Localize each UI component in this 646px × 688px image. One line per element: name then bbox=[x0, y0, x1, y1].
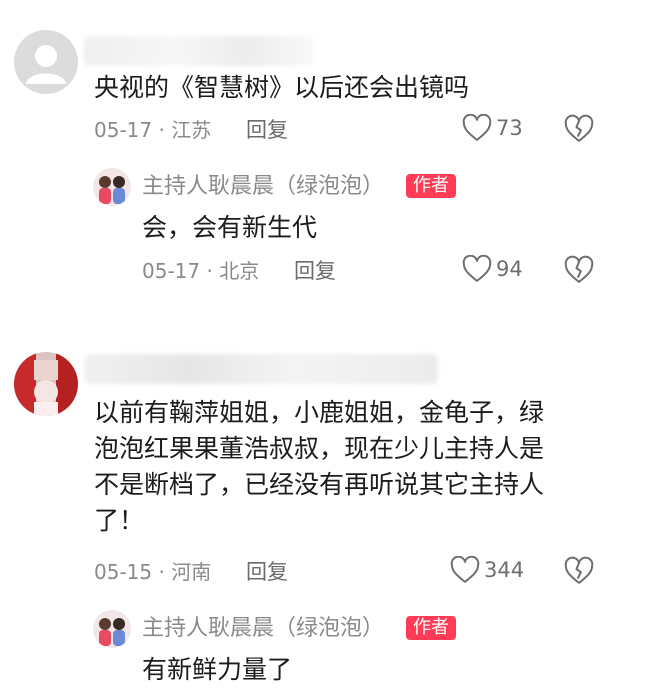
like-count: 73 bbox=[496, 116, 523, 140]
meta-separator: · bbox=[158, 118, 165, 142]
commenter-photo-blurred bbox=[14, 352, 78, 416]
comment-text: 以前有鞠萍姐姐，小鹿姐姐，金龟子，绿 泡泡红果果董浩叔叔，现在少儿主持人是 不是… bbox=[94, 398, 545, 535]
author-avatar[interactable] bbox=[93, 168, 131, 206]
reply-button[interactable]: 回复 bbox=[294, 257, 336, 285]
comment-location: 江苏 bbox=[171, 118, 212, 142]
broken-heart-icon[interactable] bbox=[564, 255, 594, 285]
commenter-avatar[interactable] bbox=[14, 30, 78, 94]
commenter-name-blurred bbox=[84, 354, 438, 384]
meta-separator: · bbox=[206, 259, 213, 283]
like-button[interactable]: 73 bbox=[462, 114, 523, 142]
reply-text: 会，会有新生代 bbox=[142, 213, 318, 242]
reply-text: 有新鲜力量了 bbox=[142, 655, 293, 684]
comment-date: 05-17 bbox=[94, 118, 153, 142]
author-name[interactable]: 主持人耿晨晨（绿泡泡） bbox=[142, 614, 384, 644]
broken-heart-icon[interactable] bbox=[564, 114, 594, 144]
reply-button[interactable]: 回复 bbox=[246, 116, 288, 144]
like-count: 94 bbox=[496, 257, 523, 281]
comment-date: 05-15 bbox=[94, 560, 153, 584]
commenter-name-blurred bbox=[84, 36, 314, 66]
author-avatar[interactable] bbox=[93, 610, 131, 648]
like-button[interactable]: 94 bbox=[462, 255, 523, 283]
user-silhouette-icon bbox=[14, 30, 78, 94]
comment-meta: 05-17 · 江苏 bbox=[94, 116, 211, 144]
meta-separator: · bbox=[158, 560, 165, 584]
reply-location: 北京 bbox=[219, 259, 260, 283]
broken-heart-icon[interactable] bbox=[564, 556, 594, 586]
author-badge: 作者 bbox=[406, 616, 456, 640]
author-photo bbox=[93, 610, 131, 648]
reply-meta: 05-17 · 北京 bbox=[142, 257, 259, 285]
heart-outline-icon bbox=[450, 556, 480, 583]
comment-text: 央视的《智慧树》以后还会出镜吗 bbox=[94, 73, 470, 102]
commenter-avatar[interactable] bbox=[14, 352, 78, 416]
comment-meta: 05-15 · 河南 bbox=[94, 558, 211, 586]
author-photo bbox=[93, 168, 131, 206]
reply-button[interactable]: 回复 bbox=[246, 558, 288, 586]
heart-outline-icon bbox=[462, 114, 492, 141]
author-badge: 作者 bbox=[406, 174, 456, 198]
reply-date: 05-17 bbox=[142, 259, 201, 283]
like-button[interactable]: 344 bbox=[450, 556, 524, 584]
heart-outline-icon bbox=[462, 255, 492, 282]
like-count: 344 bbox=[484, 558, 525, 582]
comment-location: 河南 bbox=[171, 560, 212, 584]
author-name[interactable]: 主持人耿晨晨（绿泡泡） bbox=[142, 172, 384, 202]
